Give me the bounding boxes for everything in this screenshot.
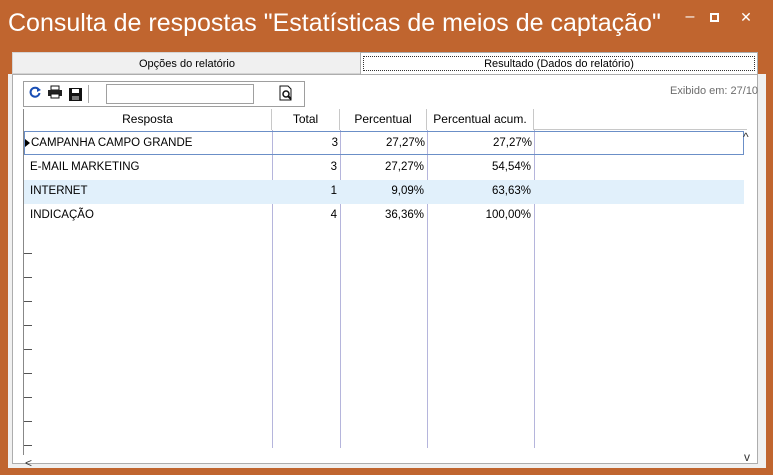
row-header-tick xyxy=(24,325,32,326)
title-bar[interactable]: Consulta de respostas "Estatísticas de m… xyxy=(0,0,773,48)
tab-resultado-label: Resultado (Dados do relatório) xyxy=(363,56,755,71)
cell-percentual-acum: 63,63% xyxy=(491,185,531,197)
cell-percentual: 27,27% xyxy=(384,161,424,173)
current-row-indicator-icon xyxy=(25,139,30,147)
cell-resposta: INTERNET xyxy=(30,185,88,197)
scroll-down-icon[interactable]: v xyxy=(744,451,750,463)
column-header-total[interactable]: Total xyxy=(272,109,340,130)
table-row[interactable]: E-MAIL MARKETING 3 27,27% 54,54% xyxy=(24,156,744,180)
cell-percentual-acum: 100,00% xyxy=(485,209,531,221)
row-header-tick xyxy=(24,349,32,350)
report-toolbar xyxy=(23,81,305,107)
row-header-tick xyxy=(24,445,32,446)
tab-strip: Opções do relatório Resultado (Dados do … xyxy=(8,48,766,74)
search-input[interactable] xyxy=(106,84,254,104)
vertical-scrollbar[interactable]: ^ v xyxy=(741,131,755,475)
scroll-left-icon[interactable]: < xyxy=(25,457,32,469)
table-row[interactable]: INTERNET 1 9,09% 63,63% xyxy=(24,180,744,204)
maximize-icon xyxy=(709,13,719,22)
cell-resposta: CAMPANHA CAMPO GRANDE xyxy=(31,137,193,149)
cell-percentual: 9,09% xyxy=(391,185,424,197)
main-frame: Opções do relatório Resultado (Dados do … xyxy=(8,48,766,469)
refresh-icon xyxy=(29,86,41,98)
cell-total: 1 xyxy=(330,185,337,197)
refresh-button[interactable] xyxy=(26,85,44,103)
row-header-tick xyxy=(24,421,32,422)
cell-total: 3 xyxy=(331,137,338,149)
row-header-tick xyxy=(24,373,32,374)
scroll-up-icon[interactable]: ^ xyxy=(743,131,749,143)
column-header-resposta[interactable]: Resposta xyxy=(24,109,272,130)
cell-percentual: 27,27% xyxy=(385,137,425,149)
app-window: Consulta de respostas "Estatísticas de m… xyxy=(0,0,773,475)
maximize-button[interactable] xyxy=(700,8,728,28)
grid-header: Resposta Total Percentual Percentual acu… xyxy=(24,109,747,130)
print-button[interactable] xyxy=(46,85,64,103)
window-title: Consulta de respostas "Estatísticas de m… xyxy=(8,9,661,37)
row-header-tick xyxy=(24,397,32,398)
cell-resposta: INDICAÇÃO xyxy=(30,209,94,221)
row-header-tick xyxy=(24,277,32,278)
row-header-tick xyxy=(24,253,32,254)
cell-total: 3 xyxy=(330,161,337,173)
exibido-em-label: Exibido em: 27/10 xyxy=(670,85,758,97)
cell-percentual: 36,36% xyxy=(384,209,424,221)
cell-total: 4 xyxy=(330,209,337,221)
print-preview-icon xyxy=(279,85,292,101)
tab-opcoes-relatorio[interactable]: Opções do relatório xyxy=(12,52,362,74)
save-button[interactable] xyxy=(66,85,84,103)
column-header-percentual[interactable]: Percentual xyxy=(340,109,427,130)
table-row[interactable]: INDICAÇÃO 4 36,36% 100,00% xyxy=(24,204,744,228)
tab-content-resultado: Exibido em: 27/10 Resposta Total Percent… xyxy=(12,74,758,469)
floppy-disk-icon xyxy=(68,88,82,101)
close-button[interactable]: ✕ xyxy=(728,8,764,28)
column-header-percentual-acum[interactable]: Percentual acum. xyxy=(427,109,534,130)
cell-percentual-acum: 54,54% xyxy=(491,161,531,173)
tab-resultado[interactable]: Resultado (Dados do relatório) xyxy=(360,52,758,74)
toolbar-separator xyxy=(88,85,89,103)
cell-percentual-acum: 27,27% xyxy=(492,137,532,149)
print-preview-button[interactable] xyxy=(278,85,296,103)
horizontal-scrollbar[interactable]: < xyxy=(23,455,747,471)
cell-resposta: E-MAIL MARKETING xyxy=(30,161,140,173)
table-row[interactable]: CAMPANHA CAMPO GRANDE 3 27,27% 27,27% xyxy=(24,131,744,155)
results-grid[interactable]: Resposta Total Percentual Percentual acu… xyxy=(23,109,747,455)
row-header-tick xyxy=(24,301,32,302)
printer-icon xyxy=(48,85,62,99)
